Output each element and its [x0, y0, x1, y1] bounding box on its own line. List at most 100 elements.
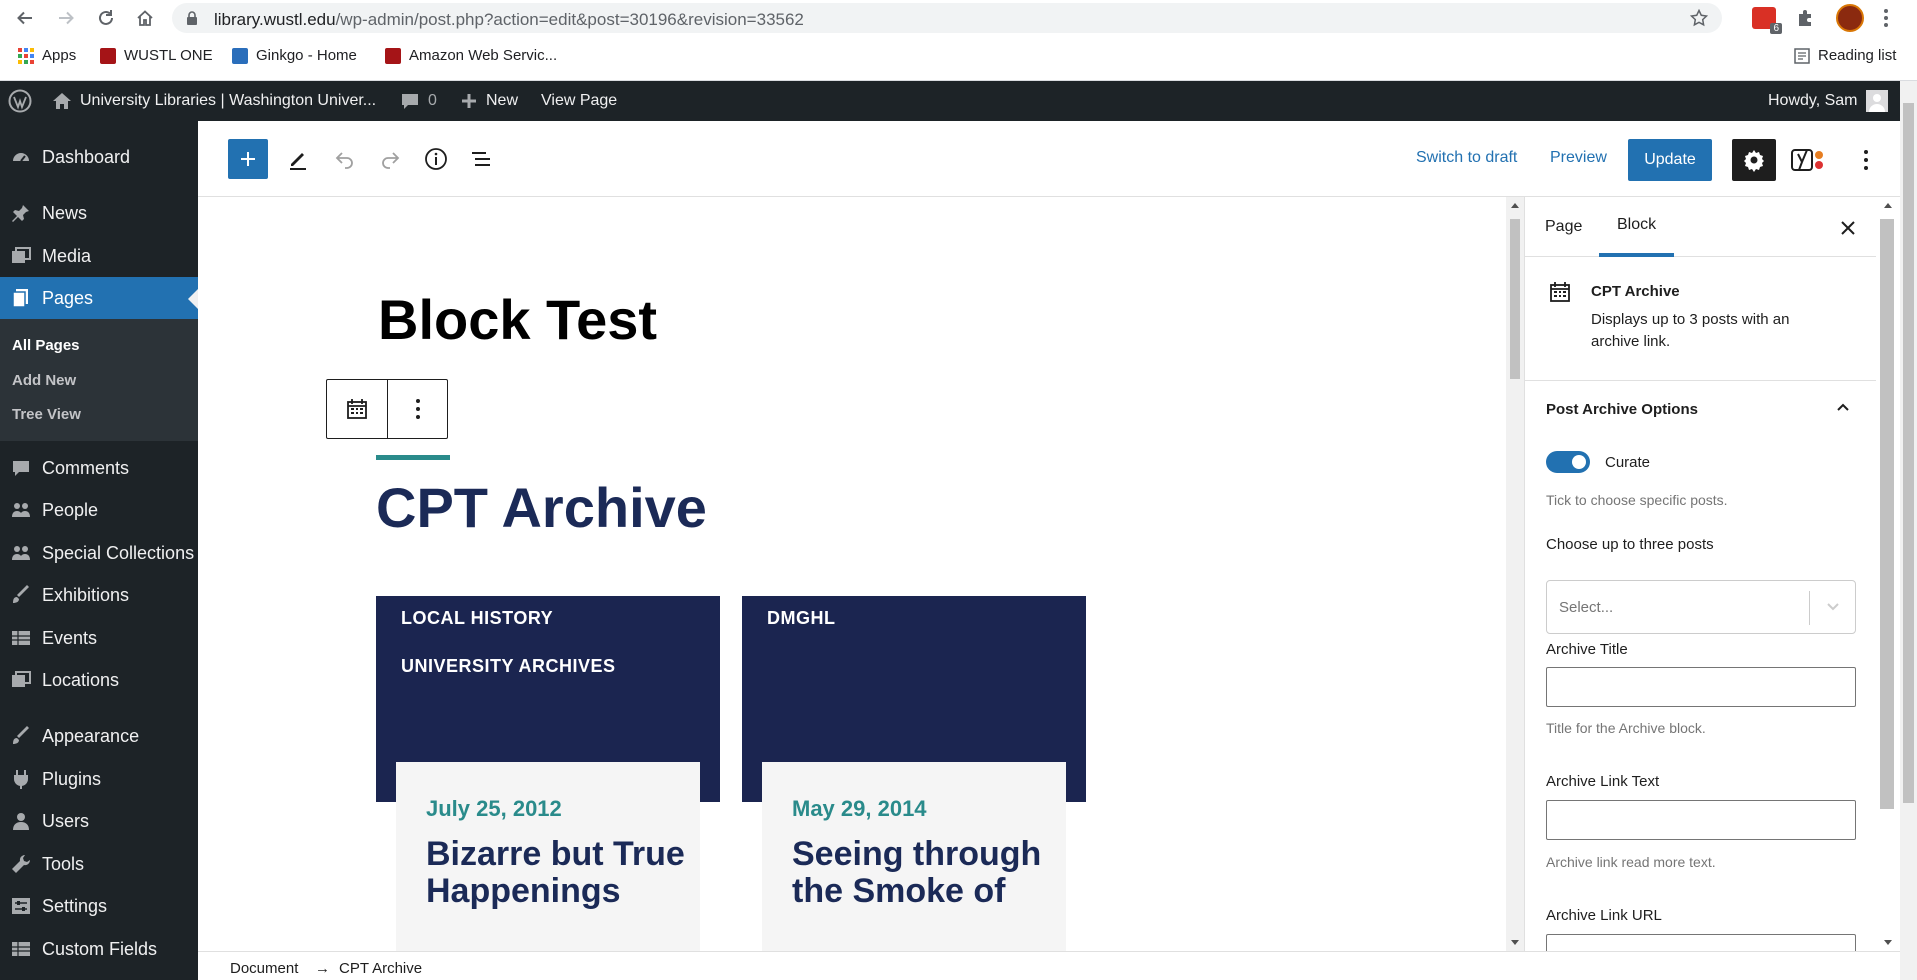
update-button[interactable]: Update — [1628, 139, 1712, 181]
sidebar-item-plugins[interactable]: Plugins — [0, 758, 198, 800]
settings-scroll-thumb[interactable] — [1880, 219, 1894, 809]
choose-posts-select[interactable]: Select... — [1546, 580, 1856, 634]
profile-avatar[interactable] — [1836, 4, 1864, 32]
preview-button[interactable]: Preview — [1550, 149, 1607, 167]
undo-button[interactable] — [325, 139, 365, 179]
scroll-down-arrow[interactable] — [1884, 940, 1892, 945]
new-label: New — [486, 92, 519, 109]
bookmark-label: Apps — [42, 47, 77, 64]
archive-link-url-input[interactable] — [1546, 934, 1856, 951]
switch-to-draft-button[interactable]: Switch to draft — [1416, 149, 1517, 167]
sidebar-item-label: Locations — [42, 669, 120, 690]
scroll-up-arrow[interactable] — [1511, 203, 1519, 208]
sidebar-item-custom-fields[interactable]: Custom Fields — [0, 928, 198, 970]
sidebar-item-users[interactable]: Users — [0, 800, 198, 842]
archive-title-input[interactable] — [1546, 667, 1856, 707]
settings-scrollbar[interactable] — [1876, 197, 1900, 951]
card-title[interactable]: Seeing through the Smoke of — [792, 836, 1062, 910]
breadcrumb-document[interactable]: Document — [230, 960, 298, 977]
back-button[interactable] — [11, 4, 39, 32]
tab-page[interactable]: Page — [1545, 197, 1582, 257]
extension-icon[interactable]: 6 — [1752, 7, 1782, 34]
tools-edit-button[interactable] — [278, 139, 318, 179]
chevron-down-icon — [1827, 603, 1839, 611]
sidebar-item-exhibitions[interactable]: Exhibitions — [0, 574, 198, 616]
card-title[interactable]: Bizarre but True Happenings — [426, 836, 696, 910]
sidebar-item-tools[interactable]: Tools — [0, 843, 198, 885]
bookmark-star-icon[interactable] — [1690, 9, 1708, 27]
browser-menu-icon[interactable] — [1884, 9, 1888, 27]
canvas-scrollbar[interactable] — [1506, 197, 1524, 951]
view-page-link[interactable]: View Page — [541, 81, 617, 121]
sidebar-item-pages[interactable]: Pages — [0, 277, 198, 319]
breadcrumb-current-block[interactable]: CPT Archive — [339, 960, 422, 977]
forward-button[interactable] — [52, 4, 80, 32]
gear-icon — [1744, 150, 1764, 172]
sidebar-item-news[interactable]: News — [0, 192, 198, 234]
sidebar-item-events[interactable]: Events — [0, 617, 198, 659]
sidebar-item-locations[interactable]: Locations — [0, 659, 198, 701]
archive-card[interactable]: DMGHL May 29, 2014 Seeing through the Sm… — [742, 596, 1086, 951]
my-account[interactable]: Howdy, Sam — [1768, 81, 1888, 121]
sidebar-item-comments[interactable]: Comments — [0, 447, 198, 489]
submenu-add-new[interactable]: Add New — [12, 372, 76, 389]
reading-list[interactable]: Reading list — [1794, 47, 1896, 64]
new-content-link[interactable]: New — [460, 81, 518, 121]
sidebar-item-appearance[interactable]: Appearance — [0, 715, 198, 757]
sidebar-item-special-collections[interactable]: Special Collections — [0, 532, 198, 574]
curate-help-text: Tick to choose specific posts. — [1546, 492, 1728, 508]
options-menu-button[interactable] — [1854, 141, 1878, 179]
card-date: May 29, 2014 — [792, 796, 927, 821]
canvas-scroll-thumb[interactable] — [1510, 219, 1520, 379]
sidebar-item-dashboard[interactable]: Dashboard — [0, 136, 198, 178]
wp-logo[interactable] — [8, 81, 32, 121]
sidebar-item-media[interactable]: Media — [0, 235, 198, 277]
curate-toggle[interactable] — [1546, 451, 1590, 473]
submenu-tree-view[interactable]: Tree View — [12, 406, 81, 423]
bookmark-ginkgo[interactable]: Ginkgo - Home — [232, 47, 357, 64]
redo-button[interactable] — [370, 139, 410, 179]
editor-canvas[interactable]: Block Test CPT Archive LOCAL HISTORY UNI… — [198, 197, 1506, 951]
plus-icon — [241, 152, 255, 166]
address-bar[interactable]: library.wustl.edu/wp-admin/post.php?acti… — [172, 3, 1722, 33]
settings-sliders-icon — [10, 895, 32, 917]
card-tag[interactable]: LOCAL HISTORY — [401, 608, 553, 629]
details-button[interactable] — [416, 139, 456, 179]
scroll-down-arrow[interactable] — [1511, 940, 1519, 945]
sidebar-item-people[interactable]: People — [0, 489, 198, 531]
scroll-up-arrow[interactable] — [1884, 203, 1892, 208]
list-view-button[interactable] — [461, 139, 501, 179]
sidebar-item-label: Users — [42, 810, 90, 831]
sidebar-item-settings[interactable]: Settings — [0, 885, 198, 927]
info-icon — [425, 148, 447, 170]
block-type-button[interactable] — [327, 380, 387, 438]
block-options-button[interactable] — [387, 380, 447, 438]
site-name-link[interactable]: University Libraries | Washington Univer… — [52, 81, 376, 121]
archive-block-title[interactable]: CPT Archive — [376, 475, 707, 540]
settings-toggle-button[interactable] — [1732, 139, 1776, 181]
page-title[interactable]: Block Test — [378, 287, 657, 352]
bookmark-wustl-one[interactable]: WUSTL ONE — [100, 47, 213, 64]
archive-card[interactable]: LOCAL HISTORY UNIVERSITY ARCHIVES July 2… — [376, 596, 720, 951]
yoast-seo-button[interactable] — [1786, 141, 1830, 179]
bookmark-apps[interactable]: Apps — [18, 47, 76, 64]
page-scrollbar[interactable] — [1900, 81, 1917, 980]
redo-icon — [382, 152, 400, 169]
close-settings-button[interactable] — [1837, 217, 1859, 239]
home-button[interactable] — [131, 4, 159, 32]
bookmark-aws[interactable]: Amazon Web Servic... — [385, 47, 557, 64]
archive-link-text-input[interactable] — [1546, 800, 1856, 840]
page-scroll-thumb[interactable] — [1903, 103, 1914, 803]
comments-link[interactable]: 0 — [400, 81, 437, 121]
block-inserter-button[interactable] — [228, 139, 268, 179]
post-archive-options-panel-toggle[interactable]: Post Archive Options — [1525, 381, 1876, 437]
submenu-all-pages[interactable]: All Pages — [12, 337, 80, 354]
puzzle-icon[interactable] — [1796, 8, 1816, 28]
card-tag[interactable]: DMGHL — [767, 608, 836, 629]
reading-list-icon — [1794, 47, 1810, 64]
tab-block[interactable]: Block — [1599, 197, 1675, 257]
card-tag[interactable]: UNIVERSITY ARCHIVES — [401, 656, 616, 677]
user-avatar — [1865, 90, 1888, 112]
archive-link-text-label: Archive Link Text — [1546, 773, 1660, 790]
reload-button[interactable] — [92, 4, 120, 32]
